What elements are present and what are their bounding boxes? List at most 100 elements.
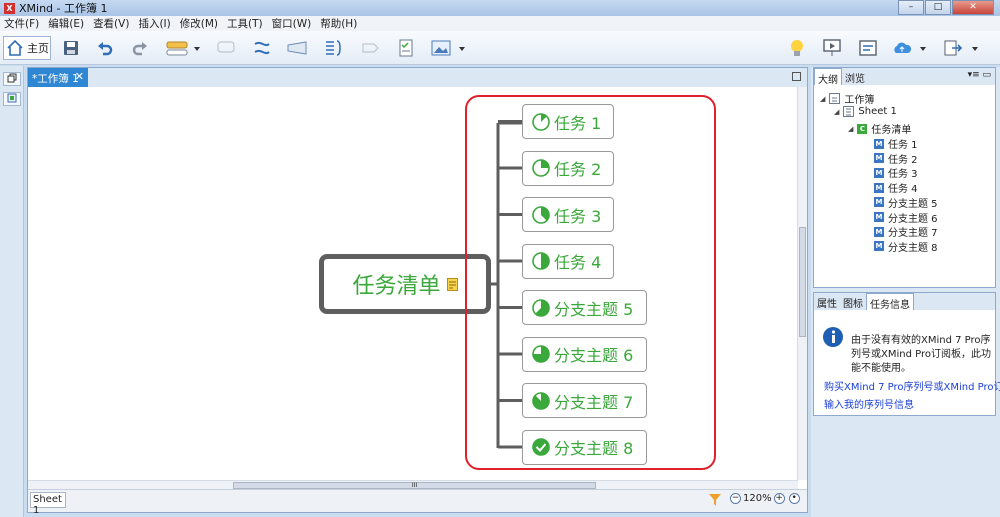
outline-row-topic[interactable]: M 任务 2 (874, 151, 918, 166)
outline-topic-label: 分支主题 6 (888, 213, 938, 225)
menu-tools[interactable]: 工具(T) (227, 16, 263, 31)
outline-row-central[interactable]: ◢ C 任务清单 (848, 121, 911, 136)
maximize-editor-button[interactable] (792, 72, 801, 81)
filter-icon[interactable] (709, 494, 721, 506)
menu-edit[interactable]: 编辑(E) (48, 16, 84, 31)
workbook-tab-label: *工作簿 1 (32, 73, 79, 85)
enter-serial-link[interactable]: 输入我的序列号信息 (824, 396, 914, 411)
zoom-fit-button[interactable]: • (788, 493, 800, 504)
note-icon[interactable] (446, 277, 458, 291)
tab-properties[interactable]: 属性 (814, 293, 840, 310)
callout-button[interactable] (215, 37, 237, 59)
outline-topic-label: 分支主题 7 (888, 228, 938, 240)
checklist-icon (399, 39, 413, 57)
menu-help[interactable]: 帮助(H) (320, 16, 357, 31)
outline-row-topic[interactable]: M 分支主题 7 (874, 224, 938, 239)
outline-row-topic[interactable]: M 分支主题 6 (874, 210, 938, 225)
outline-topic-label: 分支主题 8 (888, 242, 938, 254)
menu-file[interactable]: 文件(F) (4, 16, 39, 31)
home-button[interactable]: 主页 (3, 36, 51, 60)
home-label: 主页 (27, 42, 49, 55)
main-topic-icon: M (874, 138, 884, 149)
insert-topic-button[interactable] (166, 37, 200, 59)
outline-row-sheet[interactable]: ◢ Sheet 1 (834, 106, 897, 117)
overview-panel-button[interactable] (3, 92, 21, 106)
restore-panel-button[interactable] (3, 72, 21, 86)
main-topic-icon: M (874, 212, 884, 222)
presentation-button[interactable] (821, 37, 843, 59)
left-side-strip (0, 66, 24, 517)
outline-topic-label: 任务 2 (888, 154, 918, 166)
zoom-in-button[interactable]: + (773, 493, 785, 504)
topic-icon (166, 41, 200, 56)
vertical-scroll-thumb[interactable] (799, 227, 806, 337)
outline-row-topic[interactable]: M 任务 3 (874, 165, 918, 180)
outline-row-topic[interactable]: M 分支主题 8 (874, 239, 938, 254)
tab-icons[interactable]: 图标 (840, 293, 866, 310)
tab-close-icon[interactable]: ✕ (75, 70, 84, 83)
info-icon (823, 327, 843, 347)
collapse-icon[interactable]: ◢ (820, 95, 825, 103)
outline-workbook-label: 工作簿 (844, 95, 875, 106)
label-button[interactable] (359, 37, 381, 59)
idea-button[interactable] (786, 37, 808, 59)
main-topic-icon: M (874, 153, 884, 164)
horizontal-scroll-thumb[interactable]: III (233, 482, 596, 489)
callout-icon (217, 41, 235, 53)
summary-button[interactable] (322, 37, 344, 59)
collapse-icon[interactable]: ◢ (848, 125, 853, 133)
zoom-out-button[interactable]: − (730, 493, 741, 504)
buy-pro-link[interactable]: 购买XMind 7 Pro序列号或XMind Pro订阅 (824, 378, 1000, 393)
outline-panel: 大纲 浏览 ▾≡ ▭ ◢ 工作簿 ◢ Sheet 1 ◢ C 任务清单 M 任务 … (813, 67, 996, 288)
summary-icon (326, 40, 341, 56)
right-side-pane: 大纲 浏览 ▾≡ ▭ ◢ 工作簿 ◢ Sheet 1 ◢ C 任务清单 M 任务 … (811, 67, 1000, 517)
minimize-button[interactable]: – (898, 0, 924, 15)
save-button[interactable] (60, 37, 82, 59)
export-button[interactable] (944, 37, 980, 59)
sheet-icon (843, 106, 855, 117)
title-bar: X XMind - 工作簿 1 – □ ✕ (0, 0, 1000, 16)
redo-button[interactable] (129, 37, 151, 59)
collapse-icon[interactable]: ◢ (834, 108, 839, 116)
share-button[interactable] (892, 37, 928, 59)
main-topic-icon: M (874, 197, 884, 208)
insert-image-button[interactable] (431, 37, 467, 59)
zoom-level: 120% (743, 493, 772, 504)
maximize-button[interactable]: □ (925, 0, 951, 15)
tab-browse[interactable]: 浏览 (842, 68, 868, 85)
layout-button[interactable] (857, 37, 879, 59)
boundary-button[interactable] (286, 37, 308, 59)
mind-map-canvas[interactable]: 任务清单 任务 1 任务 2 任务 3 任务 4 分支主题 5 分支主题 6 分支主题 7分… (28, 87, 798, 480)
task-button[interactable] (395, 37, 417, 59)
tab-outline[interactable]: 大纲 (814, 68, 842, 86)
vertical-scrollbar[interactable] (797, 87, 807, 480)
outline-tabs: 大纲 浏览 ▾≡ ▭ (814, 68, 995, 86)
image-icon (431, 40, 465, 56)
horizontal-scrollbar[interactable]: III (28, 480, 798, 489)
workbook-icon (829, 93, 841, 104)
outline-row-workbook[interactable]: ◢ 工作簿 (820, 91, 874, 106)
workbook-tab[interactable]: *工作簿 1 ✕ (28, 68, 88, 87)
menu-window[interactable]: 窗口(W) (272, 16, 312, 31)
panel-menu-icon[interactable]: ▾≡ ▭ (964, 68, 995, 85)
close-button[interactable]: ✕ (952, 0, 994, 15)
outline-central-label: 任务清单 (871, 125, 912, 136)
menu-modify[interactable]: 修改(M) (180, 16, 218, 31)
outline-row-topic[interactable]: M 任务 4 (874, 180, 918, 195)
presentation-icon (823, 39, 841, 56)
menu-insert[interactable]: 插入(I) (138, 16, 170, 31)
toolbar: 主页 (0, 31, 1000, 65)
outline-row-topic[interactable]: M 分支主题 5 (874, 195, 938, 210)
central-topic-icon: C (857, 123, 868, 134)
restore-icon (7, 73, 17, 83)
sheet-tab[interactable]: Sheet 1 (30, 492, 66, 516)
relationship-button[interactable] (251, 37, 273, 59)
boundary-icon (287, 41, 307, 55)
undo-icon (98, 42, 113, 56)
overview-icon (7, 93, 17, 103)
undo-button[interactable] (94, 37, 116, 59)
outline-row-topic[interactable]: M 任务 1 (874, 136, 918, 151)
tab-task-info[interactable]: 任务信息 (866, 293, 914, 311)
editor-tab-row: *工作簿 1 ✕ (28, 68, 807, 87)
menu-view[interactable]: 查看(V) (93, 16, 129, 31)
